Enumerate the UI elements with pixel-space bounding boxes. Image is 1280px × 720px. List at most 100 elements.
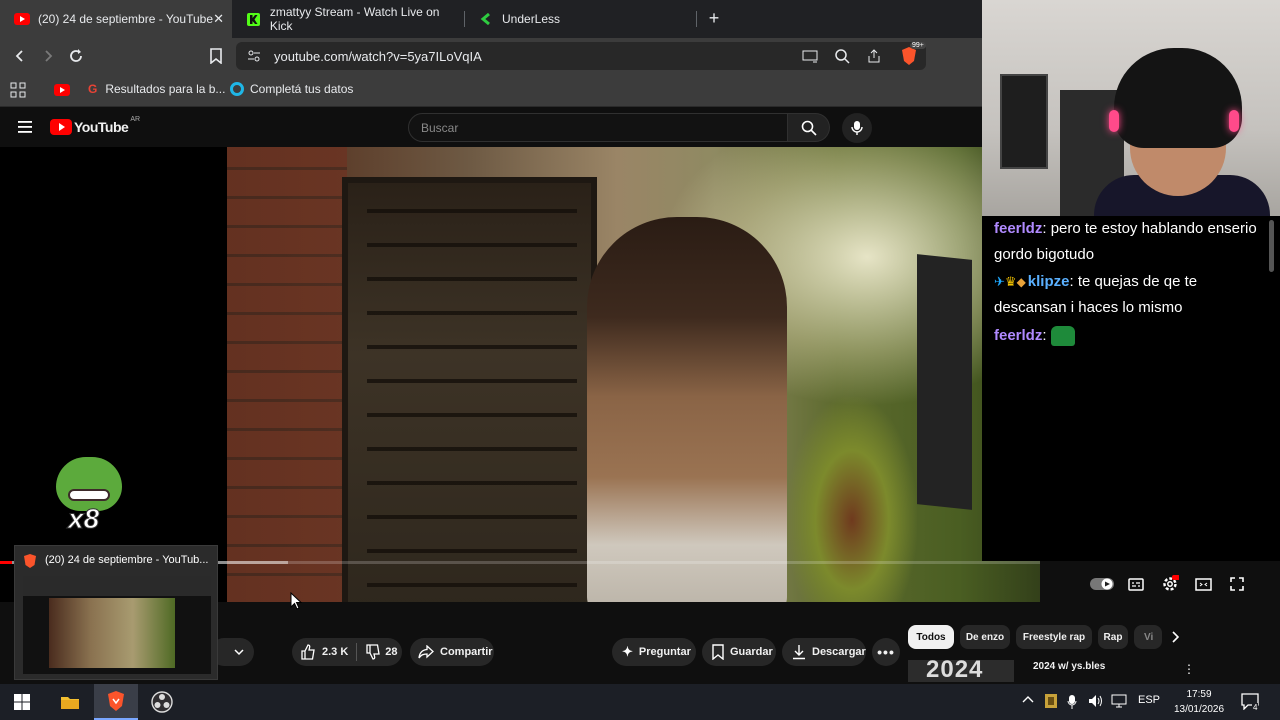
person-figure [587,217,787,602]
clock-time: 17:59 [1186,689,1212,700]
brave-badge: 99+ [910,42,926,49]
clock[interactable]: 17:59 13/01/2026 [1170,687,1228,717]
cast-icon[interactable] [802,48,818,69]
like-dislike-group: 2.3 K 28 [292,638,402,666]
new-tab-button[interactable]: + [704,8,724,28]
tab-kick[interactable]: zmattyy Stream - Watch Live on Kick [232,0,464,38]
youtube-logo[interactable]: YouTube AR [50,116,140,135]
download-button[interactable]: Descargar [782,638,866,666]
chip-todos[interactable]: Todos [908,625,954,649]
obs-icon[interactable] [140,684,184,720]
tab-underless[interactable]: UnderLess [464,0,696,38]
subtitles-icon[interactable] [1127,575,1145,593]
tab-hover-preview[interactable]: (20) 24 de septiembre - YouTub... [14,545,218,680]
youtube-logo-icon [50,119,72,135]
address-bar[interactable]: youtube.com/watch?v=5ya7ILoVqIA 99+ [236,42,926,70]
fullscreen-icon[interactable] [1229,575,1245,593]
recommendation-thumbnail[interactable]: 2024 [908,660,1014,682]
sparkle-icon: ✦ [622,644,633,659]
chat-username[interactable]: feerldz [994,220,1042,237]
recommendation-menu-icon[interactable]: ⋮ [1183,662,1195,676]
wooden-sign [917,254,972,510]
pc-tower [1000,74,1048,169]
microphone-tray-icon[interactable] [1067,694,1077,713]
recommendation-title[interactable]: 2024 w/ ys.bles [1033,661,1105,672]
forward-icon[interactable] [38,46,58,66]
chat-username[interactable]: feerldz [994,327,1042,344]
network-icon[interactable] [1111,694,1127,711]
preview-video [49,598,175,668]
chat-username[interactable]: klipze [1028,273,1070,290]
menu-icon[interactable] [18,120,32,138]
door-bars [367,207,577,587]
more-actions-button[interactable]: ••• [872,638,900,666]
kick-icon [246,11,262,27]
theater-mode-icon[interactable] [1194,575,1212,593]
windows-icon [14,694,30,710]
ring-icon [230,82,244,96]
autoplay-toggle[interactable] [1090,575,1114,593]
preview-thumbnail [23,576,211,674]
tab-title: zmattyy Stream - Watch Live on Kick [269,5,440,33]
volume-icon[interactable] [1088,694,1104,711]
tab-title: (20) 24 de septiembre - YouTube [38,12,214,26]
share-icon[interactable] [866,48,882,69]
badge-icon: ✈ [994,274,1005,289]
chat-message: feerldz: [994,323,1264,349]
apps-grid-icon[interactable] [10,82,26,103]
close-tab-icon[interactable]: ✕ [213,11,224,27]
notification-count: 4 [1252,703,1259,712]
tab-youtube[interactable]: (20) 24 de septiembre - YouTube ✕ [0,0,232,38]
emote-teeth [68,489,110,501]
search-icon [801,120,817,136]
brick-wall [227,147,347,602]
windows-taskbar: ESP 17:59 13/01/2026 4 [0,684,1280,720]
underless-icon [478,11,494,27]
brave-taskbar-icon[interactable] [94,684,138,720]
tray-overflow-icon[interactable] [1022,694,1034,707]
dislike-button[interactable]: 28 [365,644,398,660]
chat-scrollbar[interactable] [1269,220,1274,272]
search-button[interactable] [788,113,830,142]
back-icon[interactable] [10,46,30,66]
clock-date: 13/01/2026 [1173,704,1225,715]
bookmark-google-results[interactable]: G Resultados para la b... [88,82,225,96]
zoom-icon[interactable] [834,48,850,69]
language-indicator[interactable]: ESP [1138,694,1160,706]
youtube-icon [14,11,30,27]
download-icon [793,645,805,660]
chip-de-enzo[interactable]: De enzo [960,625,1010,649]
chat-message: feerldz: pero te estoy hablando enserio … [994,220,1257,263]
ask-button[interactable]: ✦ Preguntar [612,638,696,666]
brave-shield-icon[interactable] [900,46,918,71]
start-button[interactable] [0,684,44,720]
chip-partial[interactable]: Vi [1134,625,1162,649]
reload-icon[interactable] [66,46,86,66]
voice-search-button[interactable] [842,113,872,143]
browser-tab-bar: (20) 24 de septiembre - YouTube ✕ zmatty… [0,0,982,38]
headset-light [1109,110,1119,132]
bookmark-completa-datos[interactable]: Completá tus datos [230,82,353,96]
app-tray-icon[interactable] [1044,693,1058,712]
more-dots-icon: ••• [877,644,895,660]
file-explorer-icon[interactable] [48,684,92,720]
chips-next-icon[interactable] [1166,629,1184,645]
site-info-icon[interactable] [246,48,262,69]
pepe-emote: x8 [52,457,126,537]
chip-freestyle-rap[interactable]: Freestyle rap [1016,625,1092,649]
share-button[interactable]: Compartir [410,638,494,666]
search-input[interactable]: Buscar [408,113,788,142]
divider [356,643,358,661]
google-icon: G [88,82,98,96]
plant [787,397,917,602]
chip-rap[interactable]: Rap [1098,625,1128,649]
youtube-bookmark-icon[interactable] [54,83,70,101]
like-button[interactable]: 2.3 K [300,644,348,660]
chat-message: ✈♛◆ klipze: te quejas de qe te descansan … [994,273,1198,316]
browser-toolbar: youtube.com/watch?v=5ya7ILoVqIA 99+ [0,38,982,74]
bookmark-icon[interactable] [206,46,226,66]
stream-chat: feerldz: pero te estoy hablando enserio … [982,216,1280,561]
save-button[interactable]: Guardar [702,638,776,666]
video-player[interactable] [227,147,1040,602]
settings-icon[interactable] [1160,575,1180,593]
